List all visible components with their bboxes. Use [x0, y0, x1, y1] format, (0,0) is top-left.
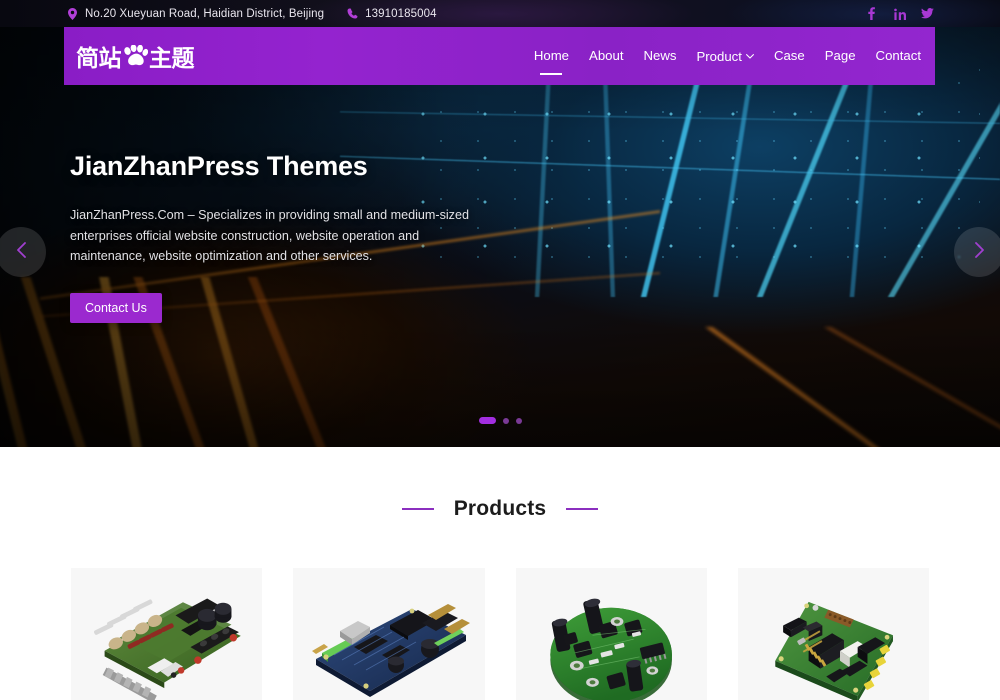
product-card-amplifier-board[interactable] [71, 568, 263, 700]
twitter-icon[interactable] [921, 7, 934, 20]
hero-slider: 简站 主题 Home About News Product Case Page … [0, 27, 1000, 447]
nav-label: News [643, 48, 677, 63]
slider-dot-3[interactable] [515, 417, 522, 424]
product-card-blue-dev-board[interactable] [293, 568, 485, 700]
nav-item-page[interactable]: Page [825, 45, 856, 67]
products-section: Products [0, 447, 1000, 700]
product-card-round-green-board[interactable] [515, 568, 707, 700]
address-text: No.20 Xueyuan Road, Haidian District, Be… [85, 7, 325, 20]
logo-text-right: 主题 [149, 45, 195, 71]
heading-dash-right [566, 508, 599, 510]
slider-next-button[interactable] [954, 227, 1000, 277]
social-links [865, 7, 934, 20]
nav-item-product[interactable]: Product [696, 47, 754, 66]
nav-item-news[interactable]: News [644, 45, 677, 67]
address-info: No.20 Xueyuan Road, Haidian District, Be… [66, 7, 324, 20]
nav-item-about[interactable]: About [589, 45, 623, 67]
slider-pagination [0, 417, 1000, 424]
slider-dot-2[interactable] [502, 417, 509, 424]
phone-icon [346, 7, 359, 20]
nav-label: Page [824, 48, 856, 63]
slider-dot-1[interactable] [478, 417, 496, 424]
nav-item-case[interactable]: Case [774, 45, 805, 67]
nav-label: Home [533, 48, 570, 63]
map-pin-icon [66, 7, 79, 20]
chevron-right-icon [974, 241, 985, 263]
nav-label: Case [773, 48, 805, 63]
site-header: 简站 主题 Home About News Product Case Page … [64, 27, 935, 85]
heading-dash-left [401, 508, 434, 510]
hero-title: JianZhanPress Themes [70, 151, 368, 182]
nav-item-home[interactable]: Home [533, 45, 570, 75]
products-grid [0, 568, 1000, 700]
chevron-left-icon [16, 241, 27, 263]
nav-label: About [589, 48, 624, 63]
chevron-down-icon [745, 53, 754, 59]
top-bar: No.20 Xueyuan Road, Haidian District, Be… [0, 0, 1000, 27]
round-green-board-image [515, 574, 707, 700]
paw-print-icon [122, 45, 148, 67]
hero-content: JianZhanPress Themes JianZhanPress.Com –… [0, 27, 1000, 447]
phone-info: 13910185004 [346, 7, 436, 20]
nav-active-underline [540, 73, 563, 75]
nav-label: Contact [875, 48, 921, 63]
product-card-dip-ic-board[interactable] [737, 568, 929, 700]
nav-item-contact[interactable]: Contact [876, 45, 921, 67]
phone-text: 13910185004 [365, 7, 437, 20]
products-heading: Products [0, 497, 1000, 521]
blue-dev-board-image [293, 573, 484, 700]
hero-description: JianZhanPress.Com – Specializes in provi… [70, 208, 469, 264]
amplifier-board-image [71, 578, 263, 700]
nav-label: Product [696, 48, 742, 64]
linkedin-icon[interactable] [893, 7, 906, 20]
contact-us-button[interactable]: Contact Us [70, 292, 162, 323]
logo-text-left: 简站 [76, 45, 122, 71]
site-logo[interactable]: 简站 主题 [76, 39, 195, 73]
products-title: Products [453, 497, 547, 520]
dip-ic-board-image [737, 574, 929, 700]
facebook-icon[interactable] [865, 7, 878, 20]
main-navigation: Home About News Product Case Page Contac… [533, 45, 921, 75]
